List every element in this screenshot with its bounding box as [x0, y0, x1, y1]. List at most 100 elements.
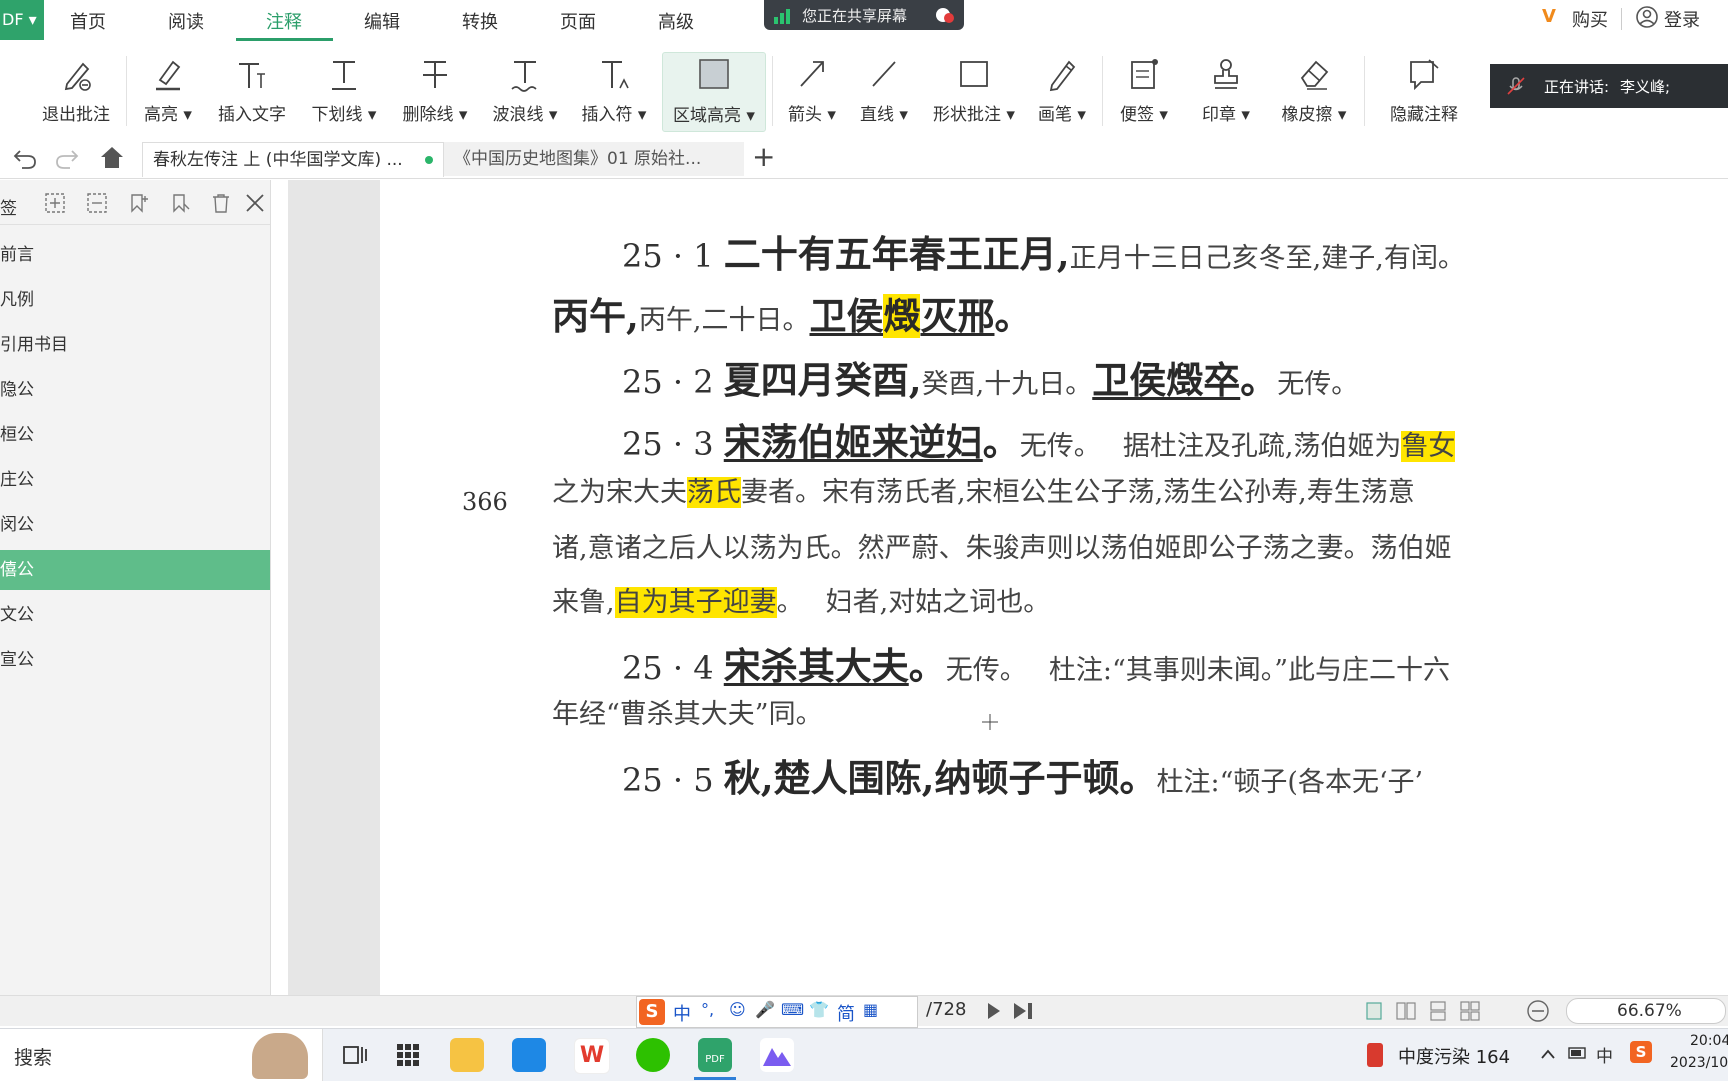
stop-share-icon[interactable] — [934, 5, 956, 29]
divider — [1102, 56, 1103, 126]
two-page-view-icon[interactable] — [1396, 1001, 1416, 1025]
clock-date[interactable]: 2023/10 — [1670, 1055, 1728, 1071]
ime-skin-icon[interactable]: 👕 — [809, 1000, 829, 1019]
sidebar-item[interactable]: 庄公 — [0, 460, 270, 500]
shape-annotation-button[interactable]: 形状批注 ▾ — [930, 52, 1018, 130]
sidebar-item[interactable]: 前言 — [0, 235, 270, 275]
wavy-line-button[interactable]: 波浪线 ▾ — [486, 52, 564, 130]
new-tab-button[interactable]: + — [752, 140, 775, 173]
bookmark-icon[interactable] — [170, 192, 192, 218]
text-insert-icon — [212, 56, 292, 96]
tab-read[interactable]: 阅读 — [168, 8, 204, 34]
sidebar-item[interactable]: 引用书目 — [0, 325, 270, 365]
tab-convert[interactable]: 转换 — [462, 8, 498, 34]
sidebar-item[interactable]: 闵公 — [0, 505, 270, 545]
arrow-icon — [786, 56, 838, 96]
tab-page[interactable]: 页面 — [560, 8, 596, 34]
line-icon — [858, 56, 910, 96]
home-icon[interactable] — [98, 144, 126, 174]
doc-tab-inactive[interactable]: 《中国历史地图集》01 原始社... — [444, 142, 744, 176]
meeting-app-icon[interactable] — [760, 1038, 794, 1072]
next-page-icon[interactable] — [986, 1002, 1002, 1024]
screen-share-banner[interactable]: 您正在共享屏幕 — [764, 0, 964, 30]
taskbar-search[interactable]: 搜索 — [0, 1029, 323, 1081]
trash-icon[interactable] — [210, 192, 232, 218]
ime-keyboard-icon[interactable]: ⌨ — [781, 1000, 804, 1019]
wechat-icon[interactable] — [636, 1038, 670, 1072]
chevron-up-icon[interactable] — [1540, 1045, 1556, 1064]
exit-annotation-button[interactable]: 退出批注 — [36, 52, 116, 130]
ime-emoji-icon[interactable]: ☺ — [729, 1000, 746, 1019]
zoom-field[interactable]: 66.67% — [1566, 998, 1726, 1024]
mic-muted-icon — [1506, 76, 1526, 100]
speaking-label: 正在讲话: — [1544, 78, 1610, 96]
tab-home[interactable]: 首页 — [70, 8, 106, 34]
arrow-button[interactable]: 箭头 ▾ — [786, 52, 838, 130]
wps-office-icon[interactable]: W — [574, 1038, 610, 1074]
sticky-note-button[interactable]: 便签 ▾ — [1118, 52, 1170, 130]
stamp-button[interactable]: 印章 ▾ — [1198, 52, 1254, 130]
caret-icon — [576, 56, 652, 96]
ime-toolbar[interactable]: S 中 °, ☺ 🎤 ⌨ 👕 简 ▦ — [636, 996, 918, 1028]
hide-annotations-button[interactable]: 隐藏注释 — [1382, 52, 1466, 130]
continuous-view-icon[interactable] — [1428, 1001, 1448, 1025]
line-button[interactable]: 直线 ▾ — [858, 52, 910, 130]
task-view-icon[interactable] — [342, 1043, 368, 1071]
zoom-value: 66.67% — [1617, 1001, 1682, 1021]
insert-text-label: 插入文字 — [218, 105, 286, 125]
area-highlight-label: 区域高亮 ▾ — [673, 106, 755, 126]
highlight-button[interactable]: 高亮 ▾ — [136, 52, 200, 130]
ime-voice-icon[interactable]: 🎤 — [755, 1000, 775, 1019]
doc-tab-title: 春秋左传注 上 (中华国学文库) ... — [153, 150, 403, 170]
redo-icon[interactable] — [54, 146, 80, 174]
login-link[interactable]: 登录 — [1664, 6, 1700, 32]
sidebar-item[interactable]: 桓公 — [0, 415, 270, 455]
tab-advanced[interactable]: 高级 — [658, 8, 694, 34]
close-icon[interactable] — [244, 192, 266, 218]
app-menu-button[interactable]: DF ▾ — [0, 0, 44, 40]
single-page-view-icon[interactable] — [1364, 1001, 1384, 1025]
pdf-page[interactable]: 366 25 · 1 二十有五年春王正月,正月十三日己亥冬至,建子,有闰。 丙午… — [380, 180, 1728, 995]
sidebar-item[interactable]: 文公 — [0, 595, 270, 635]
file-explorer-icon[interactable] — [450, 1038, 484, 1072]
tab-edit[interactable]: 编辑 — [364, 8, 400, 34]
sidebar-item[interactable]: 凡例 — [0, 280, 270, 320]
ime-menu-icon[interactable]: ▦ — [863, 1000, 878, 1019]
last-page-icon[interactable] — [1012, 1002, 1034, 1024]
sogou-tray-icon[interactable]: S — [1630, 1041, 1652, 1063]
ime-mode[interactable]: 中 — [673, 1000, 691, 1026]
text-line: 25 · 1 二十有五年春王正月,正月十三日己亥冬至,建子,有闰。 — [622, 232, 1465, 276]
insert-text-button[interactable]: 插入文字 — [212, 52, 292, 130]
strikethrough-button[interactable]: 删除线 ▾ — [396, 52, 474, 130]
add-bookmark-icon[interactable] — [128, 192, 150, 218]
collapse-all-icon[interactable] — [86, 192, 108, 218]
sidebar-item-selected[interactable]: 僖公 — [0, 550, 270, 590]
tab-annotate[interactable]: 注释 — [266, 8, 302, 34]
zoom-out-icon[interactable] — [1526, 999, 1550, 1027]
eraser-button[interactable]: 橡皮擦 ▾ — [1278, 52, 1350, 130]
insert-caret-button[interactable]: 插入符 ▾ — [576, 52, 652, 130]
expand-all-icon[interactable] — [44, 192, 66, 218]
input-language[interactable]: 中 — [1596, 1042, 1613, 1067]
text-line: 25 · 3 宋荡伯姬来逆妇。无传。 据杜注及孔疏,荡伯姬为鲁女 — [622, 420, 1456, 464]
buy-link[interactable]: 购买 — [1572, 6, 1608, 32]
sogou-ime-icon[interactable]: S — [639, 999, 665, 1025]
area-highlight-button[interactable]: 区域高亮 ▾ — [662, 52, 766, 132]
weather-text[interactable]: 中度污染 164 — [1398, 1043, 1510, 1069]
pdf-app-icon[interactable]: PDF — [698, 1038, 732, 1072]
sidebar-item[interactable]: 隐公 — [0, 370, 270, 410]
pen-button[interactable]: 画笔 ▾ — [1036, 52, 1088, 130]
undo-icon[interactable] — [12, 146, 38, 174]
search-mascot-image — [252, 1033, 308, 1079]
photos-app-icon[interactable] — [512, 1038, 546, 1072]
divider — [1364, 56, 1365, 126]
underline-button[interactable]: 下划线 ▾ — [306, 52, 382, 130]
clock-time[interactable]: 20:04 — [1690, 1033, 1728, 1049]
doc-tab-active[interactable]: 春秋左传注 上 (中华国学文库) ... — [142, 142, 444, 177]
grid-view-icon[interactable] — [1460, 1001, 1480, 1025]
apps-grid-icon[interactable] — [396, 1043, 420, 1071]
ime-punct[interactable]: °, — [701, 1000, 714, 1019]
ime-simplified[interactable]: 简 — [837, 1000, 855, 1026]
area-highlight-icon — [663, 57, 765, 97]
sidebar-item[interactable]: 宣公 — [0, 640, 270, 680]
